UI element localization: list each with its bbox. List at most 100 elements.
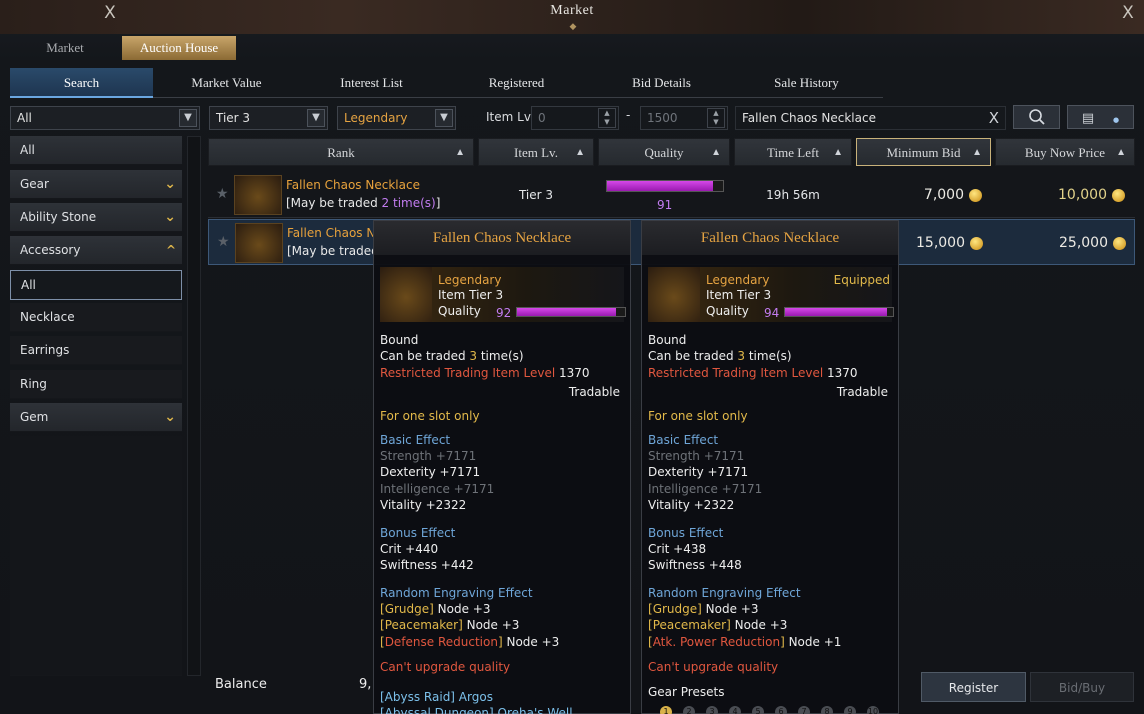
preset-10[interactable]: 10 xyxy=(867,706,879,714)
col-label: Rank xyxy=(327,145,355,160)
trade-suffix: time(s) xyxy=(477,349,524,363)
sort-icon: ▲ xyxy=(972,147,982,158)
bonus-effect-heading: Bonus Effect xyxy=(648,526,724,540)
preset-1[interactable]: 1 xyxy=(660,706,672,714)
category-value: All xyxy=(17,111,32,125)
tooltip-tier: Item Tier 3 xyxy=(706,288,772,302)
bonus-swiftness: Swiftness +448 xyxy=(648,558,742,572)
spinner-icon[interactable]: ▲ ▼ xyxy=(707,108,725,128)
preset-2[interactable]: 2 xyxy=(683,706,695,714)
sidebar-scrollbar[interactable] xyxy=(187,136,201,676)
engraving-1: [Grudge] Node +3 xyxy=(380,602,491,616)
col-item-level[interactable]: Item Lv. ▲ xyxy=(478,138,594,166)
gold-coin-icon xyxy=(1112,188,1125,202)
tooltip-quality-label: Quality xyxy=(706,304,749,318)
restricted-level-text: Restricted Trading Item Level 1370 xyxy=(648,366,858,380)
table-row[interactable]: ★ Fallen Chaos Necklace [May be traded 2… xyxy=(208,172,1135,218)
bid-buy-button[interactable]: Bid/Buy xyxy=(1030,672,1134,702)
favorite-star-icon[interactable]: ★ xyxy=(217,234,230,250)
col-minimum-bid[interactable]: Minimum Bid ▲ xyxy=(856,138,991,166)
preset-7[interactable]: 7 xyxy=(798,706,810,714)
preset-4[interactable]: 4 xyxy=(729,706,741,714)
spinner-icon[interactable]: ▲ ▼ xyxy=(598,108,616,128)
restricted-level-text: Restricted Trading Item Level 1370 xyxy=(380,366,590,380)
tab-registered[interactable]: Registered xyxy=(445,68,588,98)
bound-text: Bound xyxy=(648,333,687,347)
tab-interest-list[interactable]: Interest List xyxy=(300,68,443,98)
advanced-search-button[interactable]: ▤ ● xyxy=(1067,105,1134,129)
quality-fill xyxy=(517,308,617,316)
list-search-icon: ▤ xyxy=(1081,111,1095,126)
sidebar-item-gem[interactable]: Gem ⌄ xyxy=(10,403,182,432)
tab-market-value[interactable]: Market Value xyxy=(155,68,298,98)
category-select[interactable]: All ▼ xyxy=(10,106,200,130)
sidebar-item-label: Ring xyxy=(20,377,47,391)
tab-bid-details[interactable]: Bid Details xyxy=(590,68,733,98)
tab-sale-history[interactable]: Sale History xyxy=(735,68,878,98)
results-header: Rank ▲ Item Lv. ▲ Quality ▲ Time Left ▲ Mini… xyxy=(208,138,1135,166)
col-quality[interactable]: Quality ▲ xyxy=(598,138,730,166)
engraving-name: Defense Reduction xyxy=(384,635,498,649)
search-button[interactable] xyxy=(1013,105,1060,129)
cant-upgrade-text: Can't upgrade quality xyxy=(648,660,779,674)
search-input[interactable]: Fallen Chaos Necklace X xyxy=(735,106,1006,130)
col-time-left[interactable]: Time Left ▲ xyxy=(734,138,852,166)
balance-value: 9, xyxy=(359,677,372,692)
stat-intelligence: Intelligence +7171 xyxy=(648,482,763,496)
preset-6[interactable]: 6 xyxy=(775,706,787,714)
register-button[interactable]: Register xyxy=(921,672,1026,702)
sidebar-item-ability-stone[interactable]: Ability Stone ⌄ xyxy=(10,203,182,232)
sidebar-empty xyxy=(10,436,182,676)
preset-3[interactable]: 3 xyxy=(706,706,718,714)
necklace-icon xyxy=(380,267,432,322)
bonus-crit: Crit +438 xyxy=(648,542,707,556)
engraving-heading: Random Engraving Effect xyxy=(380,586,533,600)
chevron-up-icon: ^ xyxy=(165,243,176,257)
col-buy-now[interactable]: Buy Now Price ▲ xyxy=(995,138,1135,166)
clear-icon[interactable]: X xyxy=(989,107,999,129)
sidebar-item-gear[interactable]: Gear ⌄ xyxy=(10,170,182,199)
trade-info: [May be traded 2 time(s)] xyxy=(286,196,440,210)
tab-auction-house[interactable]: Auction House xyxy=(122,36,236,60)
tier-select[interactable]: Tier 3 ▼ xyxy=(209,106,328,130)
sidebar-item-accessory-all[interactable]: All xyxy=(10,270,182,300)
tab-search[interactable]: Search xyxy=(10,68,153,98)
trade-count: 2 time(s) xyxy=(381,196,436,210)
tab-market[interactable]: Market xyxy=(10,36,120,60)
preset-9[interactable]: 9 xyxy=(844,706,856,714)
trade-suffix: ] xyxy=(435,196,441,210)
min-bid-value: 15,000 xyxy=(916,235,965,251)
stat-vitality: Vitality +2322 xyxy=(380,498,467,512)
search-icon xyxy=(1028,109,1045,125)
title-bar: X Market ◆ X xyxy=(0,0,1144,34)
trade-prefix: Can be traded xyxy=(648,349,738,363)
bonus-swiftness: Swiftness +442 xyxy=(380,558,474,572)
grade-select[interactable]: Legendary ▼ xyxy=(337,106,456,130)
sidebar-item-accessory[interactable]: Accessory ^ xyxy=(10,236,182,265)
close-icon[interactable]: X xyxy=(1117,2,1139,24)
restricted-label: Restricted Trading Item Level xyxy=(380,366,556,380)
chevron-down-icon: ▼ xyxy=(435,109,453,127)
col-rank[interactable]: Rank ▲ xyxy=(208,138,474,166)
sidebar-item-ring[interactable]: Ring xyxy=(10,370,182,399)
col-label: Buy Now Price xyxy=(1024,145,1106,160)
grade-value: Legendary xyxy=(344,111,408,125)
level-min-input[interactable]: 0 ▲ ▼ xyxy=(531,106,619,130)
necklace-icon xyxy=(234,175,282,215)
sort-icon: ▲ xyxy=(575,147,585,158)
col-label: Minimum Bid xyxy=(886,145,961,160)
engraving-heading: Random Engraving Effect xyxy=(648,586,801,600)
buy-now-value: 10,000 xyxy=(1058,187,1107,203)
gold-coin-icon xyxy=(970,236,983,250)
sidebar-item-earrings[interactable]: Earrings xyxy=(10,336,182,365)
level-max-input[interactable]: 1500 ▲ ▼ xyxy=(640,106,728,130)
sidebar-item-label: Gem xyxy=(20,410,49,424)
engraving-name: Grudge xyxy=(652,602,698,616)
level-min-value: 0 xyxy=(538,111,546,125)
sidebar-item-necklace[interactable]: Necklace xyxy=(10,303,182,332)
preset-8[interactable]: 8 xyxy=(821,706,833,714)
engraving-node: Node +3 xyxy=(433,602,491,616)
preset-5[interactable]: 5 xyxy=(752,706,764,714)
favorite-star-icon[interactable]: ★ xyxy=(216,186,229,202)
sidebar-item-all[interactable]: All xyxy=(10,136,182,165)
